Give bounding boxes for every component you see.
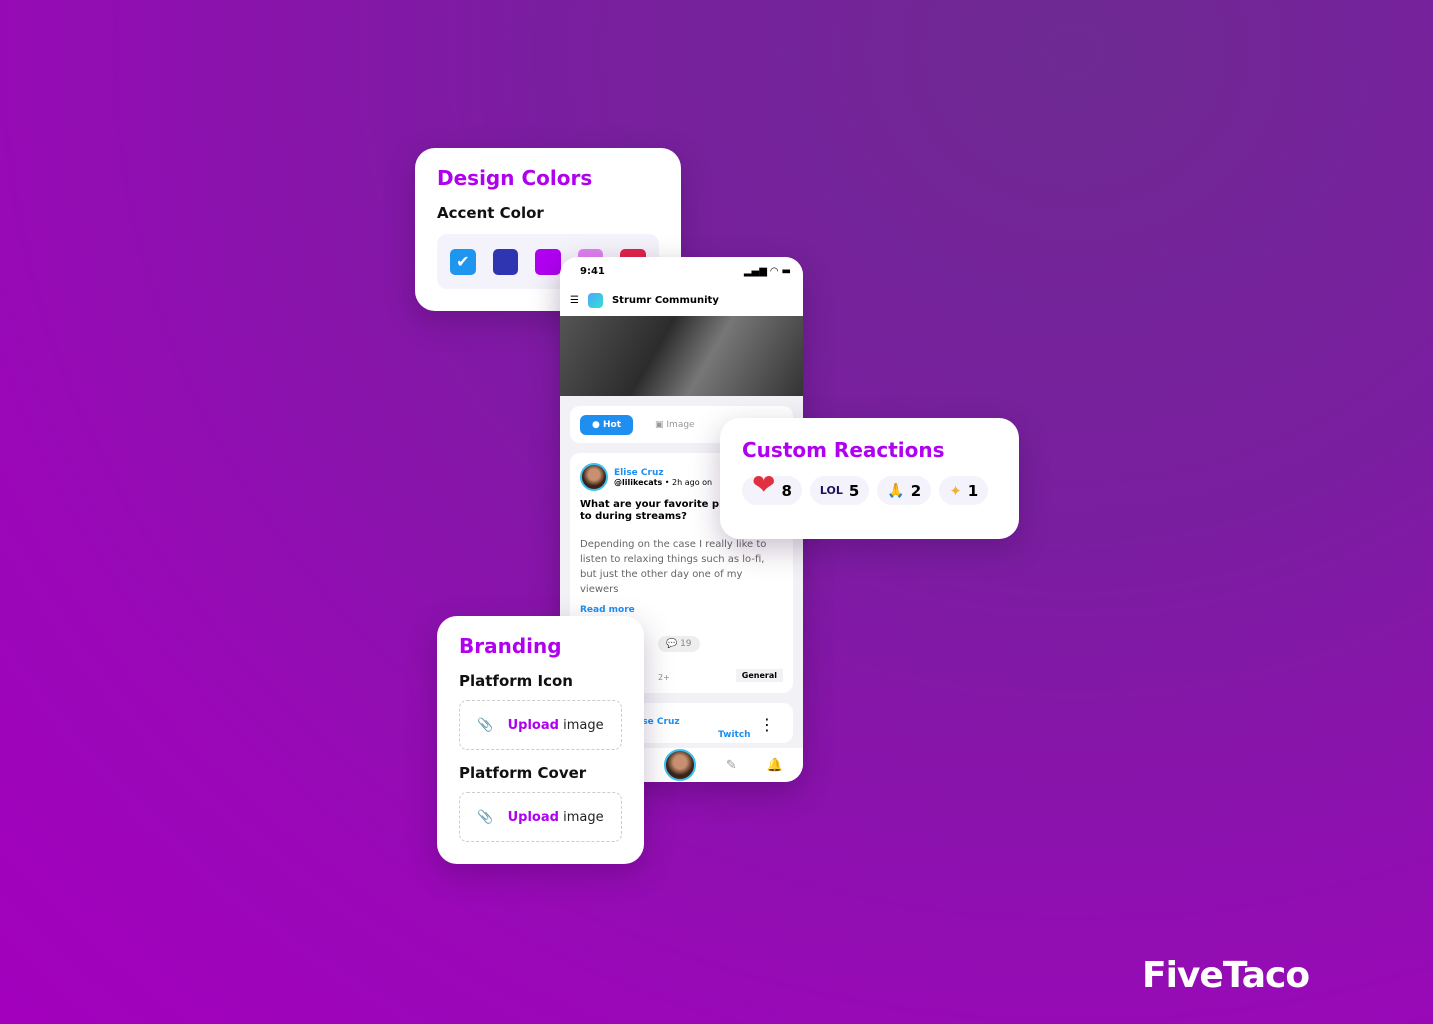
upload-cover-dropzone[interactable]: 📎 Upload image [459,792,622,842]
lol-icon: LOL [819,484,843,497]
participants: 2+ [658,673,670,682]
status-bar: 9:41 ▂▄▆ ◠ ▬ [560,257,803,285]
custom-reactions-card: Custom Reactions ❤ 8 LOL 5 🙏 2 ✦ 1 [720,418,1019,539]
comment-count[interactable]: 💬 19 [658,636,700,652]
swatch-purple[interactable] [535,248,561,275]
read-more-link[interactable]: Read more [580,605,783,615]
time: 9:41 [580,265,605,277]
paperclip-icon: 📎 [477,717,494,733]
paperclip-icon: 📎 [477,809,494,825]
upload-link[interactable]: Upload [508,810,559,825]
tab-hot[interactable]: ● Hot [580,414,634,435]
upload-icon-dropzone[interactable]: 📎 Upload image [459,700,622,750]
more-icon[interactable]: ⋮ [759,715,775,734]
reaction-sparkles[interactable]: ✦ 1 [939,476,989,505]
comment-count-value: 19 [680,639,692,649]
comment-icon: 💬 [666,639,681,649]
menu-icon[interactable]: ☰ [570,295,579,306]
reaction-count: 2 [910,481,922,500]
upload-image-text: image [563,809,604,825]
signal-battery-icon: ▂▄▆ ◠ ▬ [743,265,791,277]
avatar[interactable] [580,463,608,491]
cover-image [560,316,803,396]
check-icon: ✔ [456,252,470,271]
post-author[interactable]: Elise Cruz [614,468,712,478]
reaction-count: 1 [967,481,979,500]
branding-card: Branding Platform Icon 📎 Upload image Pla… [437,616,644,864]
bell-icon[interactable]: 🔔 [767,758,783,773]
reaction-count: 8 [781,481,792,500]
pencil-icon[interactable]: ✎ [726,758,737,773]
branding-title: Branding [459,634,562,658]
tab-image[interactable]: ▣ Image [655,420,695,430]
app-logo-icon [587,293,603,308]
accent-color-label: Accent Color [437,204,544,222]
app-bar: ☰ Strumr Community [560,285,803,316]
image-icon: ▣ [655,419,667,430]
reaction-lol[interactable]: LOL 5 [809,476,870,505]
profile-avatar[interactable] [663,749,696,781]
heart-icon: ❤ [752,468,776,501]
tab-hot-label: Hot [603,419,622,430]
design-colors-title: Design Colors [437,166,593,190]
pray-icon: 🙏 [887,482,905,499]
post2-platform[interactable]: Twitch [718,730,751,740]
fivetaco-logo: FiveTaco [1142,955,1310,996]
fire-icon: ● [592,419,603,430]
tag-badge[interactable]: General [735,669,783,682]
platform-cover-label: Platform Cover [459,764,587,782]
post-body: Depending on the case I really like to l… [580,539,767,595]
app-name: Strumr Community [611,295,719,306]
post-handle: @lilikecats [614,477,663,487]
reaction-count: 5 [848,481,860,500]
platform-icon-label: Platform Icon [459,672,573,690]
tab-image-label: Image [666,419,695,430]
upload-image-text: image [563,717,604,733]
swatch-blue[interactable]: ✔ [450,248,476,275]
reactions-title: Custom Reactions [742,438,945,462]
sparkles-icon: ✦ [949,481,962,500]
upload-link[interactable]: Upload [508,718,559,733]
swatch-indigo[interactable] [492,248,519,275]
reaction-heart[interactable]: ❤ 8 [742,468,802,505]
post-meta: • 2h ago on [664,477,713,487]
reaction-pray[interactable]: 🙏 2 [877,476,932,505]
